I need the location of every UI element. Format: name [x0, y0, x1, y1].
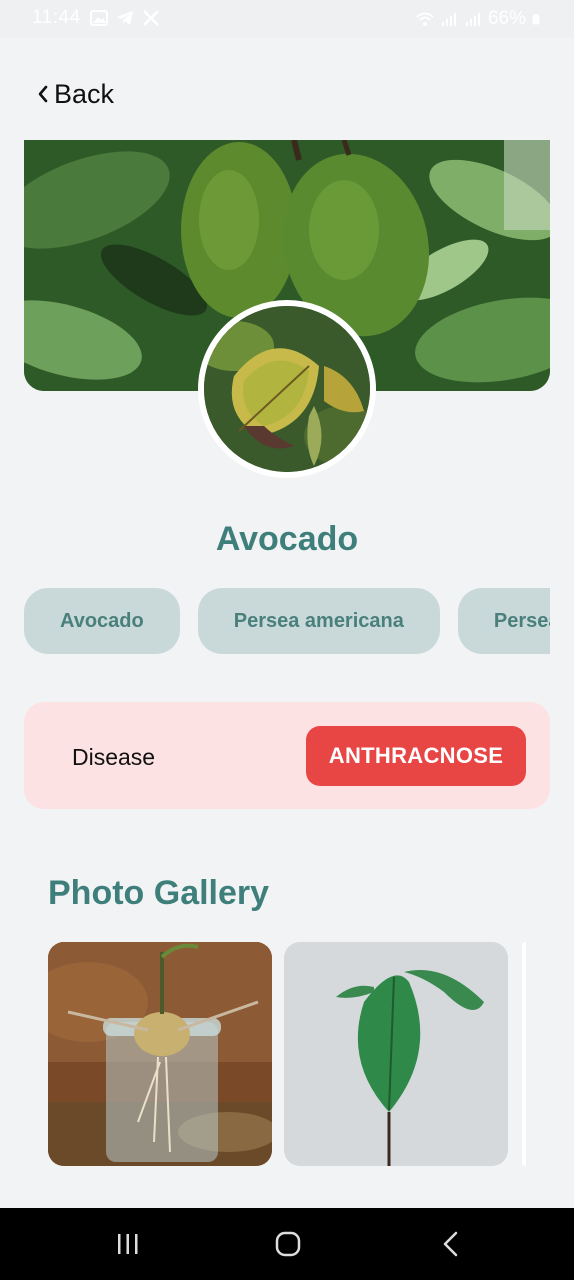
notification-icons [90, 9, 160, 27]
avocado-seedling-photo [284, 942, 508, 1166]
disease-card: Disease ANTHRACNOSE [24, 702, 550, 809]
diseased-leaf-photo [204, 306, 370, 472]
back-icon[interactable] [430, 1228, 470, 1260]
seed-in-jar-photo [48, 942, 272, 1166]
gallery-title: Photo Gallery [48, 874, 270, 912]
back-button[interactable]: Back [36, 76, 114, 112]
chevron-left-icon [38, 85, 48, 103]
name-chip[interactable]: Persea [457, 588, 550, 654]
gallery-photo[interactable] [284, 942, 508, 1166]
status-bar: 11:44 66% [0, 0, 574, 38]
telegram-notification-icon [117, 11, 133, 25]
battery-percent: 66% [487, 8, 526, 29]
name-chip[interactable]: Avocado [24, 588, 180, 654]
back-label: Back [54, 78, 115, 109]
wifi-icon [416, 12, 434, 26]
system-nav-bar [0, 1208, 574, 1280]
name-chip[interactable]: Persea americana [197, 588, 440, 654]
x-notification-icon [143, 10, 159, 26]
home-icon[interactable] [268, 1228, 308, 1260]
photo-gallery[interactable] [48, 942, 526, 1166]
battery-icon [532, 13, 540, 25]
gallery-notification-icon [90, 10, 108, 26]
disease-leaf-avatar [198, 300, 376, 478]
disease-badge[interactable]: ANTHRACNOSE [306, 726, 526, 786]
gallery-photo[interactable] [48, 942, 272, 1166]
recent-apps-icon[interactable] [108, 1228, 148, 1260]
system-status-icons: 66% [416, 8, 544, 30]
signal-2-icon [465, 13, 480, 26]
plant-name-chips: Avocado Persea americana Persea [24, 588, 550, 654]
signal-icon [441, 13, 456, 26]
disease-label: Disease [72, 744, 156, 770]
plant-name: Avocado [215, 520, 359, 558]
status-time: 11:44 [32, 7, 81, 28]
gallery-next-photo[interactable] [522, 942, 526, 1166]
